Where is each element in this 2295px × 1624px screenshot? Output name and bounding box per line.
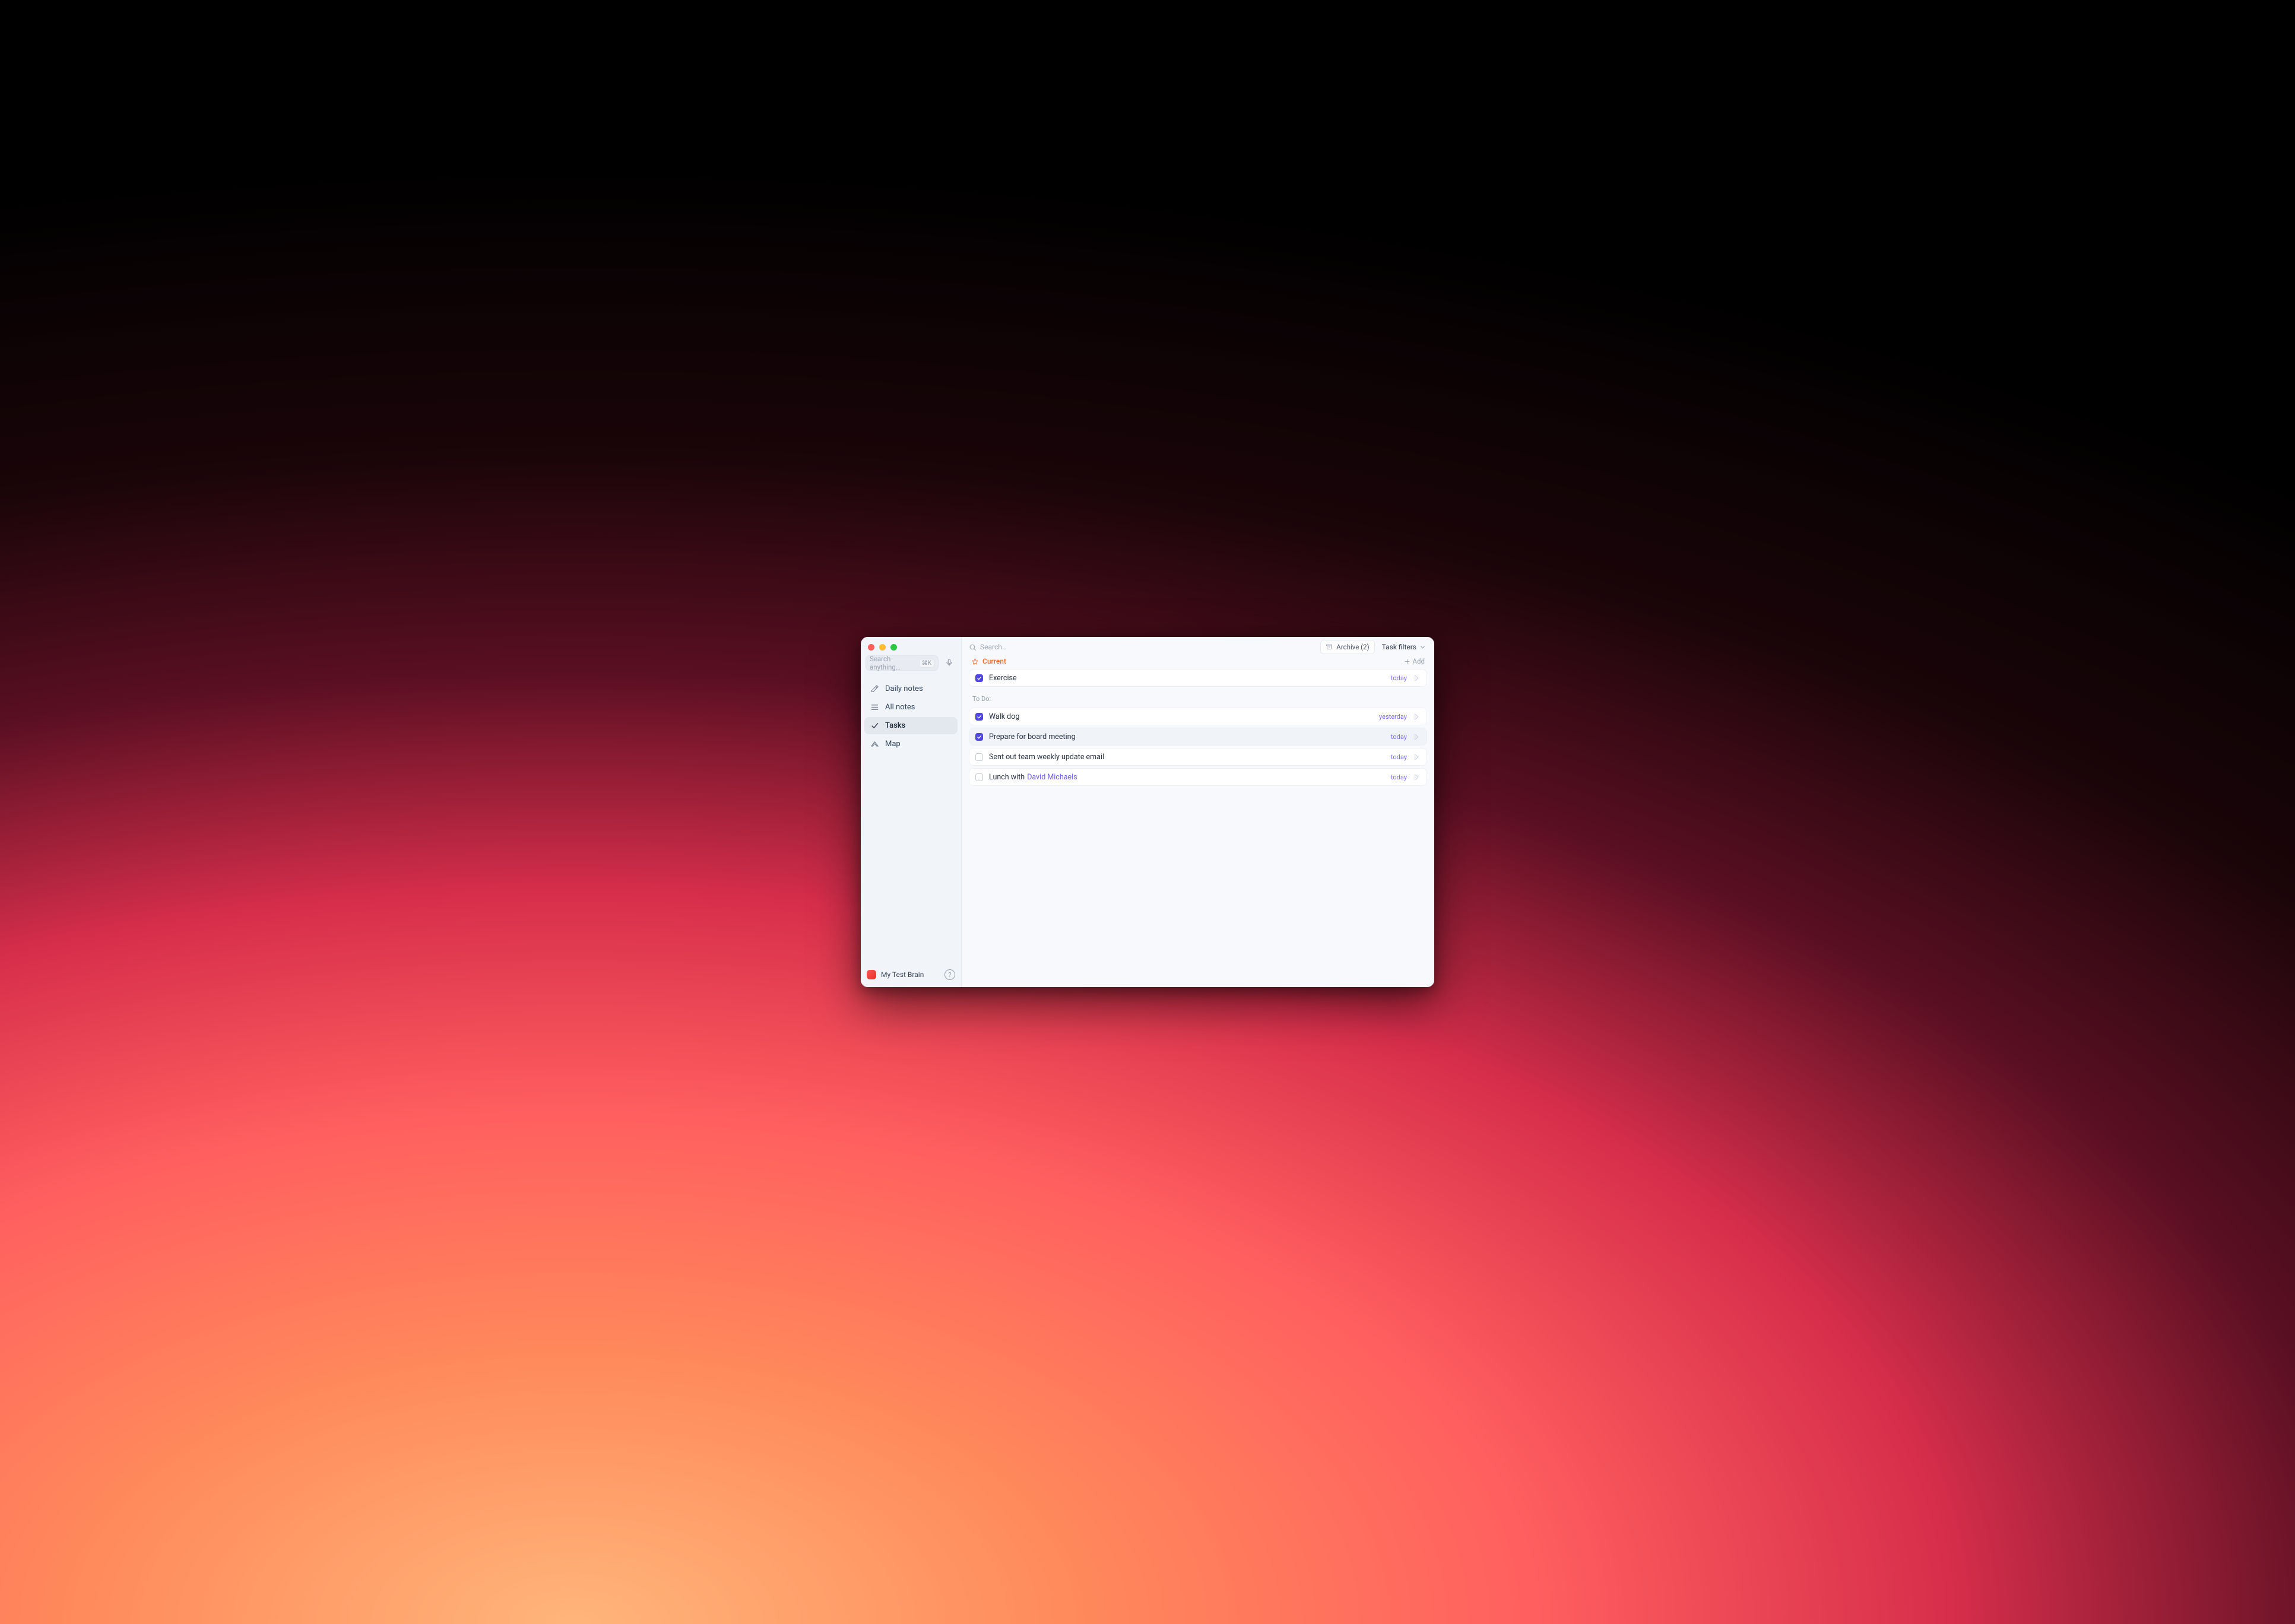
task-title: Exercise <box>989 674 1385 683</box>
close-window-button[interactable] <box>868 644 874 651</box>
search-placeholder: Search anything… <box>870 655 919 671</box>
tasks-search-input[interactable]: Search… <box>969 643 1314 651</box>
task-checkbox[interactable] <box>975 674 983 682</box>
tasks-list: Exercise today To Do: Walk dog yesterday… <box>962 669 1434 786</box>
task-checkbox[interactable] <box>975 773 983 781</box>
task-row[interactable]: Walk dog yesterday <box>969 708 1427 725</box>
archive-button[interactable]: Archive (2) <box>1320 640 1374 654</box>
filters-label: Task filters <box>1382 643 1416 651</box>
chevron-down-icon <box>1419 644 1426 651</box>
goto-note-icon[interactable] <box>1413 674 1421 682</box>
maximize-window-button[interactable] <box>890 644 897 651</box>
task-row[interactable]: Prepare for board meeting today <box>969 728 1427 746</box>
task-checkbox[interactable] <box>975 753 983 761</box>
archive-icon <box>1326 643 1333 651</box>
task-title: Sent out team weekly update email <box>989 753 1385 762</box>
sidebar-footer: My Test Brain ? <box>861 963 961 987</box>
goto-note-icon[interactable] <box>1413 713 1421 721</box>
add-label: Add <box>1413 657 1425 665</box>
sidebar: Search anything… ⌘K Daily notes All note… <box>861 637 962 987</box>
minimize-window-button[interactable] <box>879 644 886 651</box>
workspace-switcher[interactable]: My Test Brain <box>867 970 924 979</box>
archive-label: Archive (2) <box>1336 643 1369 651</box>
task-row[interactable]: Lunch with David Michaels today <box>969 768 1427 786</box>
star-icon <box>971 658 979 665</box>
edit-icon <box>870 684 879 693</box>
topbar: Search… Archive (2) Task filters <box>962 637 1434 657</box>
sidebar-search-input[interactable]: Search anything… ⌘K <box>866 655 939 671</box>
search-shortcut: ⌘K <box>919 659 934 668</box>
task-checkbox[interactable] <box>975 713 983 721</box>
task-due: yesterday <box>1379 713 1407 721</box>
search-icon <box>969 643 977 651</box>
task-row[interactable]: Exercise today <box>969 669 1427 687</box>
window-controls <box>861 637 961 655</box>
mic-icon <box>945 658 953 669</box>
task-due: today <box>1391 773 1407 781</box>
sidebar-item-tasks[interactable]: Tasks <box>864 717 958 734</box>
sidebar-item-map[interactable]: Map <box>864 735 958 753</box>
section-title-current[interactable]: Current <box>971 657 1006 665</box>
help-icon: ? <box>948 971 951 979</box>
task-filters-button[interactable]: Task filters <box>1381 640 1427 654</box>
task-title-text: Lunch with <box>989 773 1025 782</box>
voice-input-button[interactable] <box>942 655 956 671</box>
goto-note-icon[interactable] <box>1413 773 1421 781</box>
search-placeholder: Search… <box>980 643 1007 651</box>
task-title: Prepare for board meeting <box>989 732 1385 741</box>
goto-note-icon[interactable] <box>1413 733 1421 741</box>
main-panel: Search… Archive (2) Task filters Current… <box>962 637 1434 987</box>
sidebar-item-label: Map <box>885 740 901 748</box>
task-due: today <box>1391 733 1407 741</box>
task-row[interactable]: Sent out team weekly update email today <box>969 748 1427 766</box>
section-title-label: Current <box>982 657 1006 665</box>
sidebar-item-label: All notes <box>885 703 915 712</box>
sidebar-nav: Daily notes All notes Tasks Map <box>861 677 961 756</box>
goto-note-icon[interactable] <box>1413 753 1421 761</box>
task-due: today <box>1391 674 1407 682</box>
add-task-button[interactable]: Add <box>1404 657 1425 665</box>
task-mention[interactable]: David Michaels <box>1027 773 1077 782</box>
sidebar-item-daily-notes[interactable]: Daily notes <box>864 680 958 697</box>
help-button[interactable]: ? <box>944 969 955 980</box>
task-checkbox[interactable] <box>975 733 983 741</box>
sidebar-item-label: Daily notes <box>885 684 923 693</box>
workspace-avatar <box>867 970 876 979</box>
map-icon <box>870 740 879 748</box>
sidebar-item-label: Tasks <box>885 721 905 730</box>
task-title: Walk dog <box>989 712 1373 721</box>
workspace-name: My Test Brain <box>881 970 924 979</box>
plus-icon <box>1404 658 1410 665</box>
group-heading-todo: To Do: <box>969 689 1427 705</box>
check-icon <box>870 721 879 730</box>
list-icon <box>870 703 879 712</box>
sidebar-item-all-notes[interactable]: All notes <box>864 699 958 716</box>
app-window: Search anything… ⌘K Daily notes All note… <box>861 637 1434 987</box>
section-header: Current Add <box>962 657 1434 669</box>
task-title: Lunch with David Michaels <box>989 773 1385 782</box>
task-due: today <box>1391 753 1407 761</box>
